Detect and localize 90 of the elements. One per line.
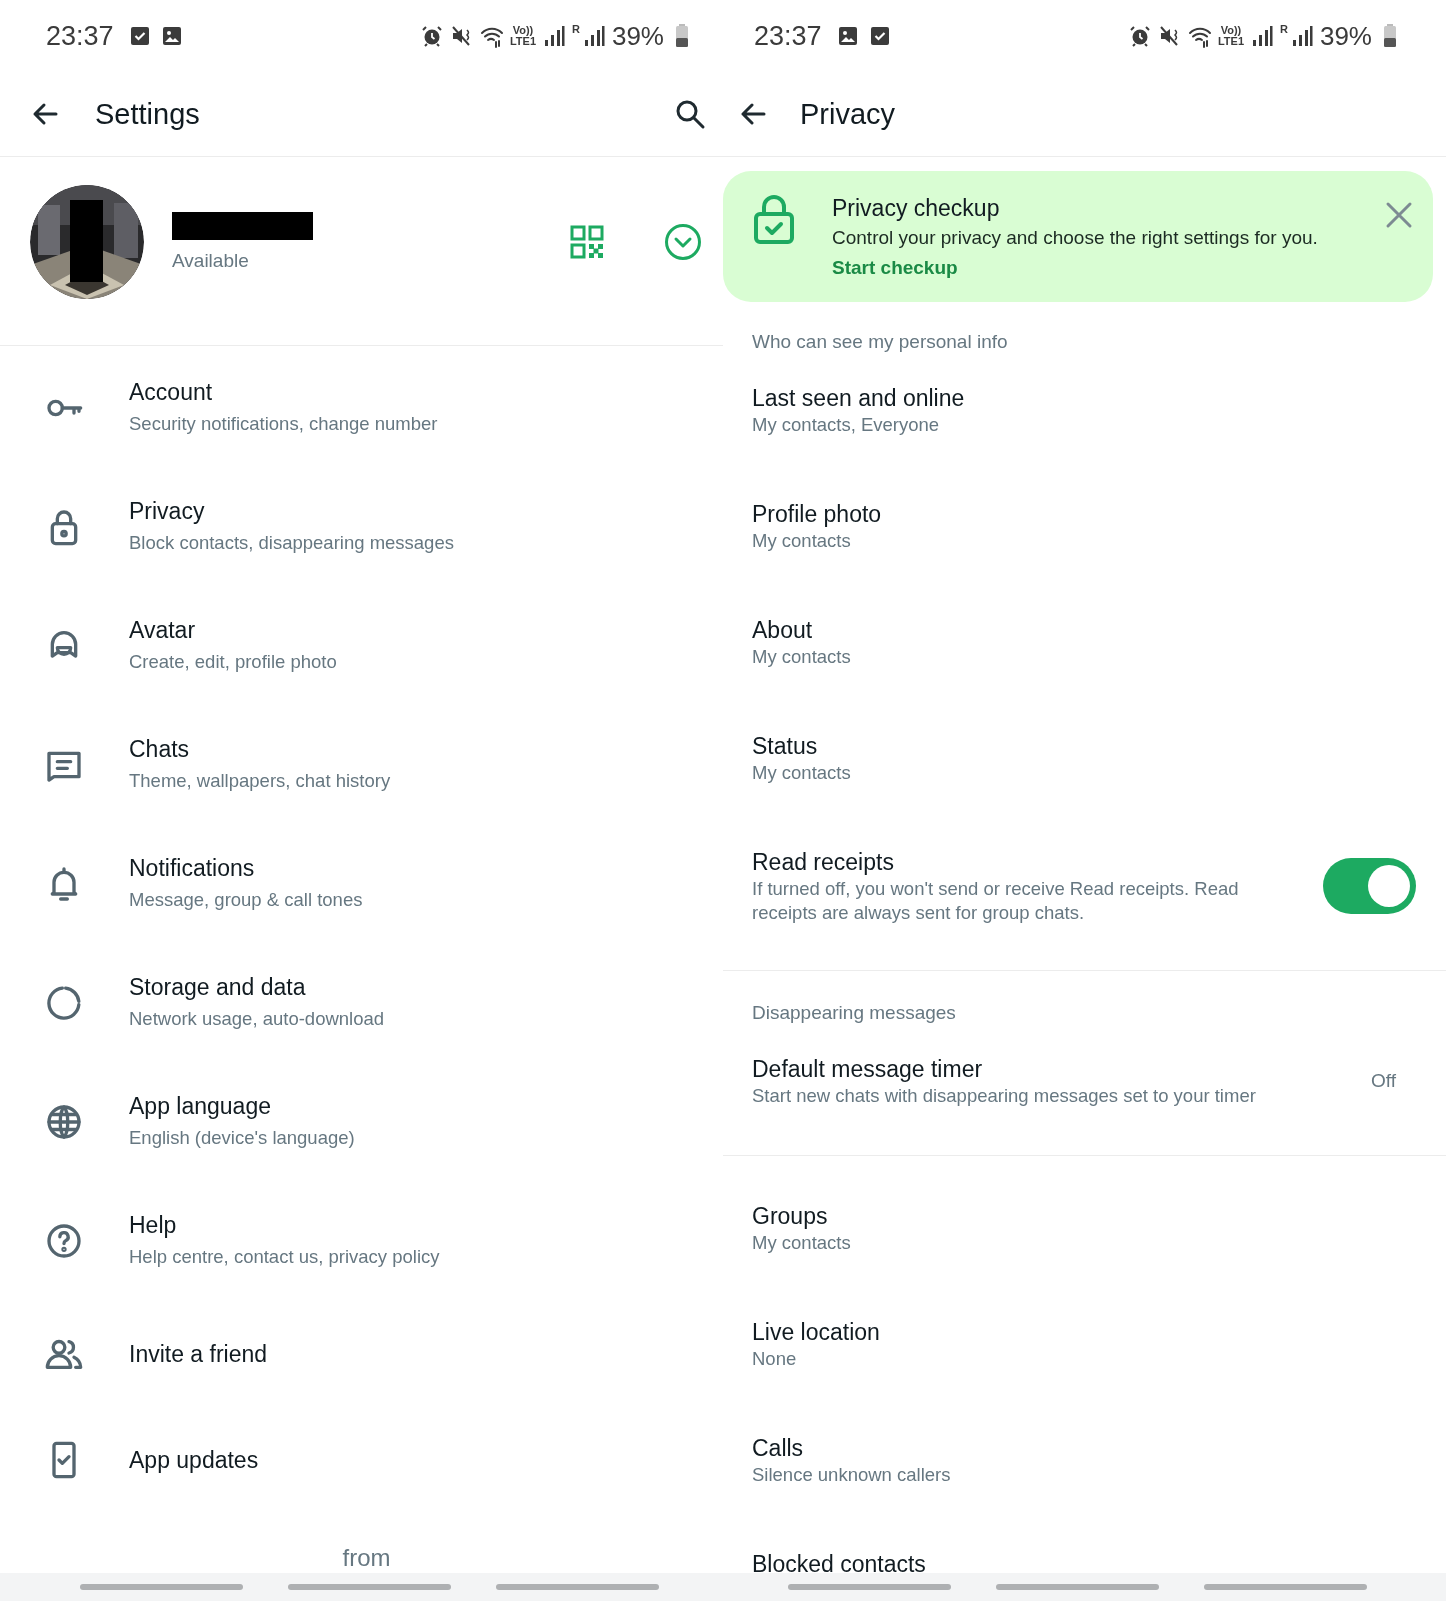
privacy-item[interactable]: About My contacts	[752, 587, 1446, 703]
nav-handle[interactable]	[1204, 1584, 1367, 1590]
item-subtitle: Silence unknown callers	[752, 1463, 952, 1487]
settings-item[interactable]: Chats Theme, wallpapers, chat history	[0, 714, 723, 833]
item-subtitle: My contacts, Everyone	[752, 413, 941, 437]
item-subtitle: English (device's language)	[129, 1126, 355, 1150]
privacy-item[interactable]: Groups My contacts	[752, 1173, 1446, 1289]
item-title: App language	[129, 1092, 272, 1121]
privacy-item[interactable]: Read receipts If turned off, you won't send or receive Read receipts. Read receipts are always sent for group chats.	[752, 819, 1446, 959]
item-title: Notifications	[129, 854, 256, 883]
nav-handle[interactable]	[288, 1584, 451, 1590]
profile-status: Available	[172, 250, 250, 272]
item-subtitle: My contacts	[752, 761, 852, 785]
item-title: Account	[129, 378, 214, 407]
volte-label: Vo))	[512, 25, 534, 36]
lock-check-icon	[753, 195, 795, 245]
settings-item[interactable]: Storage and data Network usage, auto-download	[0, 952, 723, 1071]
privacy-item[interactable]: Blocked contacts	[752, 1521, 1446, 1573]
chevron-down-icon[interactable]	[664, 223, 702, 261]
item-title: Storage and data	[129, 973, 307, 1002]
item-title: Invite a friend	[129, 1340, 268, 1369]
item-title: App updates	[129, 1446, 259, 1475]
roaming-label: R	[1280, 22, 1288, 35]
item-title: Default message timer	[752, 1055, 984, 1084]
settings-item[interactable]: Invite a friend	[0, 1309, 723, 1415]
item-subtitle: My contacts	[752, 1231, 852, 1255]
privacy-item[interactable]: Status My contacts	[752, 703, 1446, 819]
toggle-switch[interactable]	[1323, 858, 1416, 914]
close-icon[interactable]	[1385, 201, 1413, 229]
status-time: 23:37	[754, 20, 822, 52]
settings-item[interactable]: Notifications Message, group & call tones	[0, 833, 723, 952]
item-title: Groups	[752, 1202, 829, 1231]
item-title: Help	[129, 1211, 178, 1240]
item-title: About	[752, 616, 814, 645]
nav-handle[interactable]	[496, 1584, 659, 1590]
nav-handle[interactable]	[788, 1584, 951, 1590]
item-title: Profile photo	[752, 500, 883, 529]
item-title: Privacy	[129, 497, 206, 526]
item-subtitle: Create, edit, profile photo	[129, 650, 337, 674]
settings-item[interactable]: App language English (device's language)	[0, 1071, 723, 1190]
item-title: Avatar	[129, 616, 197, 645]
status-time: 23:37	[46, 20, 114, 52]
item-title: Last seen and online	[752, 384, 966, 413]
item-subtitle: Security notifications, change number	[129, 412, 438, 436]
privacy-item[interactable]: Live location None	[752, 1289, 1446, 1405]
item-subtitle: My contacts	[752, 529, 852, 553]
item-title: Live location	[752, 1318, 881, 1347]
item-title: Blocked contacts	[752, 1550, 927, 1573]
nav-handle[interactable]	[80, 1584, 243, 1590]
settings-item[interactable]: Account Security notifications, change number	[0, 357, 723, 476]
section-heading: Who can see my personal info	[752, 330, 1009, 354]
settings-item[interactable]: App updates	[0, 1415, 723, 1521]
privacy-item[interactable]: Profile photo My contacts	[752, 471, 1446, 587]
roaming-label: R	[572, 22, 580, 35]
section-heading: Disappearing messages	[752, 1001, 957, 1025]
settings-item[interactable]: Privacy Block contacts, disappearing messages	[0, 476, 723, 595]
item-subtitle: My contacts	[752, 645, 852, 669]
card-text: Control your privacy and choose the right settings for you. Start checkup	[832, 226, 1319, 280]
screen-title: Settings	[95, 97, 201, 131]
privacy-item[interactable]: Calls Silence unknown callers	[752, 1405, 1446, 1521]
battery-level: 39%	[1319, 20, 1372, 52]
screen-title: Privacy	[800, 97, 897, 131]
item-title: Read receipts	[752, 848, 895, 877]
item-subtitle: If turned off, you won't send or receive Read receipts. Read receipts are always sent for group chats.	[752, 877, 1240, 925]
settings-item[interactable]: Help Help centre, contact us, privacy policy	[0, 1190, 723, 1309]
item-title: Chats	[129, 735, 191, 764]
volte-label: Vo))	[1220, 25, 1242, 36]
lte-label: LTE1	[509, 36, 536, 47]
item-title: Calls	[752, 1434, 805, 1463]
checkup-link[interactable]: Start checkup	[832, 257, 958, 278]
qr-code-icon[interactable]	[570, 225, 604, 259]
item-subtitle: Block contacts, disappearing messages	[129, 531, 454, 555]
item-title: Status	[752, 732, 819, 761]
item-subtitle: Message, group & call tones	[129, 888, 363, 912]
privacy-item[interactable]: Default message timer Start new chats with disappearing messages set to your timer Off	[752, 1026, 1446, 1142]
nav-handle[interactable]	[996, 1584, 1159, 1590]
settings-item[interactable]: Avatar Create, edit, profile photo	[0, 595, 723, 714]
item-value: Off	[1371, 1070, 1396, 1092]
item-subtitle: None	[752, 1347, 798, 1371]
battery-level: 39%	[611, 20, 664, 52]
card-title: Privacy checkup	[832, 194, 1001, 223]
item-subtitle: Network usage, auto-download	[129, 1007, 385, 1031]
signal-icon	[542, 24, 566, 48]
footer-text: from	[341, 1543, 392, 1573]
lte-label: LTE1	[1217, 36, 1244, 47]
item-subtitle: Help centre, contact us, privacy policy	[129, 1245, 440, 1269]
item-subtitle: Theme, wallpapers, chat history	[129, 769, 391, 793]
item-subtitle: Start new chats with disappearing messages set to your timer	[752, 1084, 1257, 1108]
privacy-item[interactable]: Last seen and online My contacts, Everyone	[752, 355, 1446, 471]
signal-icon	[1250, 24, 1274, 48]
